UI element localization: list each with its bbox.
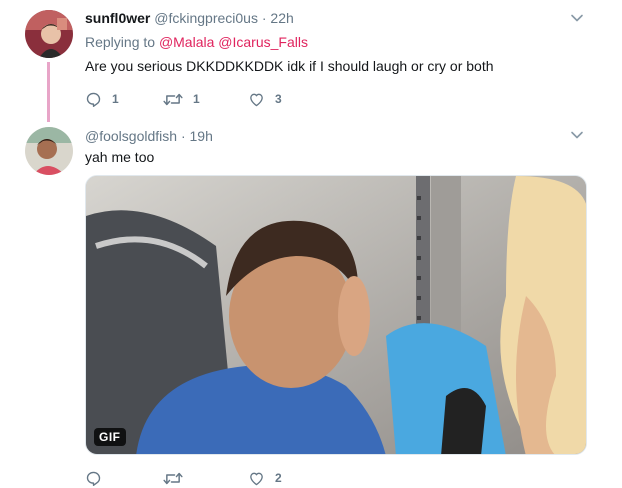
heart-icon xyxy=(250,93,263,106)
separator-dot: · xyxy=(261,10,267,26)
like-button[interactable]: 3 xyxy=(248,90,282,108)
replying-to-label: Replying to xyxy=(85,34,156,50)
user-handle[interactable]: @foolsgoldfish xyxy=(85,128,177,144)
gif-media[interactable]: GIF xyxy=(85,175,587,455)
thread-line xyxy=(47,62,50,122)
gif-thumbnail xyxy=(86,176,586,454)
reply-icon xyxy=(86,92,101,107)
mention-link[interactable]: @Icarus_Falls xyxy=(218,34,308,50)
like-count: 3 xyxy=(275,92,282,106)
retweet-count: 1 xyxy=(193,92,200,106)
tweet-header: @foolsgoldfish · 19h xyxy=(85,128,213,144)
like-count: 2 xyxy=(275,471,282,485)
retweet-button[interactable]: 1 xyxy=(163,90,200,108)
like-button[interactable]: 2 xyxy=(248,469,282,487)
display-name[interactable]: sunfl0wer xyxy=(85,10,150,26)
user-handle[interactable]: @fckingpreci0us xyxy=(154,10,258,26)
timestamp[interactable]: 19h xyxy=(190,128,213,144)
avatar[interactable] xyxy=(25,127,73,175)
retweet-icon xyxy=(163,472,183,484)
tweet-text: Are you serious DKKDDKKDDK idk if I shou… xyxy=(85,58,494,74)
tweet-actions: 1 1 3 xyxy=(85,90,345,108)
gif-badge: GIF xyxy=(94,428,126,446)
tweet-header: sunfl0wer @fckingpreci0us · 22h xyxy=(85,10,294,26)
replying-to: Replying to @Malala @Icarus_Falls xyxy=(85,34,308,50)
heart-icon xyxy=(250,472,263,485)
timestamp[interactable]: 22h xyxy=(270,10,293,26)
separator-dot: · xyxy=(180,128,186,144)
tweet-text: yah me too xyxy=(85,149,155,165)
reply-button[interactable]: 1 xyxy=(85,90,119,108)
chevron-down-icon[interactable] xyxy=(570,128,584,142)
chevron-down-icon[interactable] xyxy=(570,11,584,25)
retweet-icon xyxy=(163,93,183,105)
avatar-image xyxy=(25,127,73,175)
tweet: sunfl0wer @fckingpreci0us · 22h Replying… xyxy=(0,0,622,122)
reply-icon xyxy=(86,471,101,486)
avatar[interactable] xyxy=(25,10,73,58)
mention-link[interactable]: @Malala xyxy=(159,34,214,50)
reply-button[interactable] xyxy=(85,469,112,487)
tweet: @foolsgoldfish · 19h yah me too GIF 2 xyxy=(0,120,622,488)
tweet-actions: 2 xyxy=(85,469,345,487)
retweet-button[interactable] xyxy=(163,469,193,487)
avatar-image xyxy=(25,10,73,58)
reply-count: 1 xyxy=(112,92,119,106)
